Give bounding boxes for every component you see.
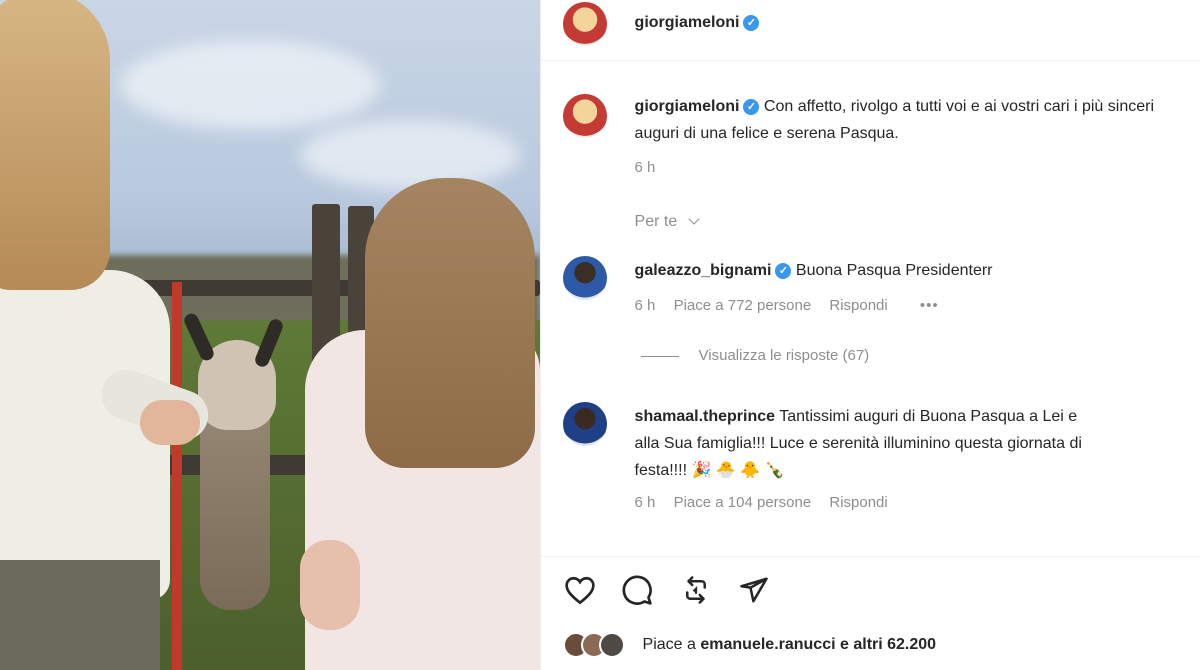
sort-dropdown[interactable]: Per te [634, 213, 700, 231]
likes-suffix[interactable]: e altri 62.200 [840, 636, 936, 653]
comment-time[interactable]: 6 h [635, 494, 656, 511]
sort-label: Per te [634, 213, 678, 230]
reply-button[interactable]: Rispondi [829, 297, 887, 314]
repost-button[interactable] [678, 572, 714, 608]
girl-hands [300, 540, 360, 630]
comment-body: galeazzo_bignami ✓ Buona Pasqua President… [635, 257, 993, 284]
comment-username[interactable]: galeazzo_bignami [635, 262, 772, 279]
comment-button[interactable] [619, 572, 655, 608]
comment-avatar[interactable] [562, 256, 607, 300]
comment-text-line1: Tantissimi auguri di Buona Pasqua a Lei … [779, 408, 1078, 425]
likes-prefix: Piace a [642, 636, 696, 653]
woman-hair [0, 0, 110, 290]
author-avatar[interactable] [562, 2, 607, 46]
chevron-down-icon [688, 213, 700, 225]
instagram-post-view: giorgiameloni ✓ giorgiameloni ✓ Con affett… [0, 0, 1200, 670]
comment-icon [622, 575, 652, 605]
comment-likes[interactable]: Piace a 104 persone [674, 494, 812, 511]
header-divider [540, 60, 1200, 61]
view-replies-label: Visualizza le risposte (67) [698, 347, 870, 364]
red-rope [172, 282, 182, 670]
caption-time[interactable]: 6 h [635, 159, 656, 176]
caption: giorgiameloni ✓ Con affetto, rivolgo a tu… [635, 93, 1199, 147]
cloud [300, 120, 520, 190]
caption-avatar[interactable] [562, 94, 607, 138]
comment-username[interactable]: shamaal.theprince [635, 408, 776, 425]
comment-text: Buona Pasqua Presidenterr [795, 262, 993, 279]
comment-text-line2: alla Sua famiglia!!! Luce e serenità ill… [634, 435, 1082, 452]
verified-badge-icon: ✓ [743, 98, 760, 115]
author-username[interactable]: giorgiameloni [635, 14, 740, 31]
likes-summary[interactable]: Piace a emanuele.ranucci e altri 62.200 [643, 636, 937, 654]
post-sidebar: giorgiameloni ✓ giorgiameloni ✓ Con affett… [539, 0, 1200, 670]
post-photo[interactable] [0, 0, 540, 670]
replies-line [640, 355, 679, 357]
verified-badge-icon: ✓ [743, 14, 760, 31]
verified-badge-icon: ✓ [775, 262, 792, 279]
comment-body: shamaal.theprince Tantissimi auguri di B… [635, 403, 1199, 484]
share-icon [739, 577, 768, 603]
share-button[interactable] [736, 572, 772, 608]
caption-username[interactable]: giorgiameloni [635, 98, 740, 115]
cloud [120, 40, 380, 130]
comment-meta: 6 h Piace a 104 persone Rispondi [635, 494, 888, 511]
likes-user[interactable]: emanuele.ranucci [700, 636, 835, 653]
woman-skirt [0, 560, 160, 670]
view-replies-button[interactable]: Visualizza le risposte (67) [640, 347, 870, 364]
heart-icon [564, 576, 595, 605]
reply-button[interactable]: Rispondi [829, 494, 887, 511]
comment-avatar[interactable] [562, 402, 607, 446]
like-button[interactable] [562, 572, 598, 608]
repost-icon [685, 576, 706, 604]
girl-hair [365, 178, 535, 468]
more-options-icon[interactable]: ••• [920, 297, 939, 314]
comment-meta: 6 h Piace a 772 persone Rispondi ••• [635, 297, 939, 314]
post-header: giorgiameloni ✓ [635, 14, 760, 32]
comment-likes[interactable]: Piace a 772 persone [674, 297, 812, 314]
liker-avatar [598, 632, 625, 658]
comment-text-line3: festa!!!! 🎉 🐣 🐥 🍾 [634, 462, 785, 479]
actions-divider [540, 556, 1200, 557]
woman-hand [140, 400, 200, 445]
comment-time[interactable]: 6 h [635, 297, 656, 314]
